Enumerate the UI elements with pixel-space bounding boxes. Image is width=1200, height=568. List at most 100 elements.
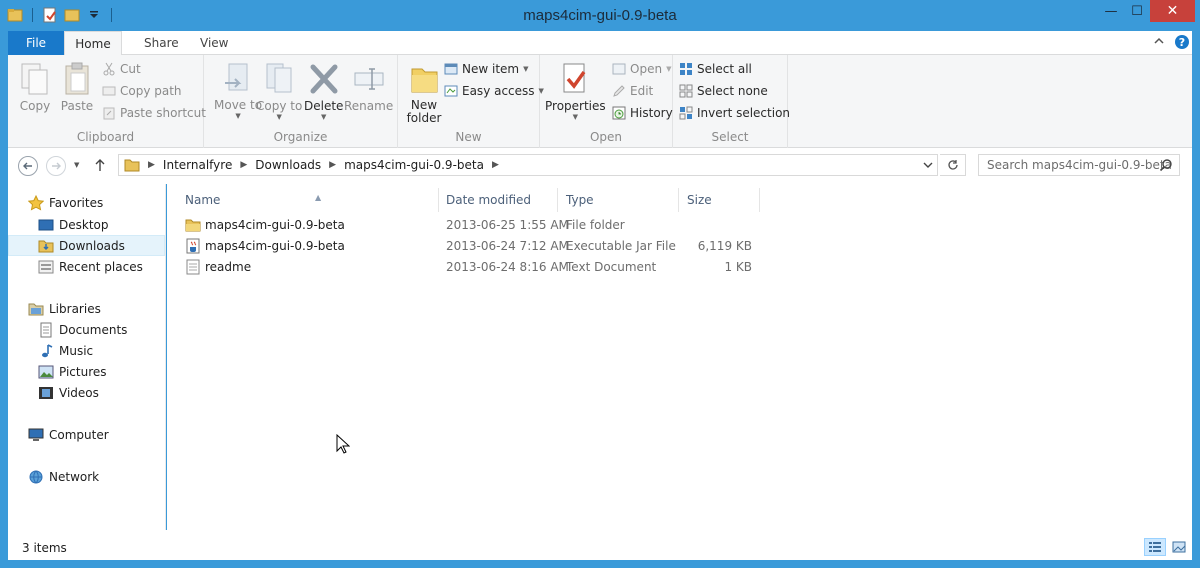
up-arrow-icon[interactable]: [94, 158, 106, 175]
rename-icon: [354, 68, 384, 90]
organize-group: Move to ▼ Copy to ▼ Delete ▼ Rename Orga…: [204, 55, 398, 148]
new-item-button[interactable]: New item ▼: [444, 62, 529, 76]
delete-dropdown-icon: ▼: [321, 113, 327, 121]
copy-to-button[interactable]: Copy to ▼: [256, 61, 302, 121]
window-title: maps4cim-gui-0.9-beta: [523, 7, 677, 24]
column-header-type[interactable]: Type: [558, 188, 679, 212]
libraries-icon: [28, 301, 44, 317]
column-header-name[interactable]: ▲ Name: [177, 188, 439, 212]
address-row: ▼ ▶ Internalfyre ▶ Downloads ▶ maps4cim-…: [8, 148, 1192, 184]
forward-button[interactable]: [46, 156, 66, 176]
breadcrumb-internalfyre[interactable]: Internalfyre: [163, 158, 232, 172]
refresh-button[interactable]: [940, 154, 966, 176]
maximize-button[interactable]: ☐: [1124, 0, 1150, 22]
open-icon: [612, 63, 626, 75]
select-all-icon: [680, 63, 692, 75]
address-dropdown-icon[interactable]: [923, 159, 933, 173]
folder-icon: [185, 217, 201, 233]
cut-button[interactable]: Cut: [102, 62, 141, 76]
select-none-button[interactable]: Select none: [679, 84, 768, 98]
tab-home[interactable]: Home: [64, 31, 122, 56]
open-button[interactable]: Open ▼: [612, 62, 671, 76]
file-row[interactable]: readme 2013-06-24 8:16 AM Text Document …: [177, 257, 757, 278]
copy-icon: [21, 63, 48, 95]
nav-videos[interactable]: Videos: [8, 382, 165, 403]
help-icon[interactable]: ?: [1174, 34, 1190, 53]
text-file-icon: [185, 259, 201, 275]
nav-downloads[interactable]: Downloads: [8, 235, 165, 256]
back-arrow-icon: [23, 162, 32, 170]
nav-pictures[interactable]: Pictures: [8, 361, 165, 382]
new-folder-icon: [411, 68, 438, 93]
breadcrumb-downloads[interactable]: Downloads: [255, 158, 321, 172]
nav-recent-places[interactable]: Recent places: [8, 256, 165, 277]
large-icons-view-button[interactable]: [1168, 538, 1190, 556]
nav-favorites[interactable]: Favorites: [8, 192, 165, 213]
close-button[interactable]: ✕: [1150, 0, 1195, 22]
large-icons-view-icon: [1172, 541, 1186, 553]
properties-dropdown-icon: ▼: [572, 113, 579, 121]
search-box[interactable]: Search maps4cim-gui-0.9-beta: [978, 154, 1180, 176]
column-header-date-modified[interactable]: Date modified: [438, 188, 558, 212]
easy-access-icon: [444, 85, 458, 97]
star-icon: [28, 194, 44, 211]
tab-share[interactable]: Share: [130, 31, 193, 55]
open-dropdown-icon: ▼: [666, 65, 672, 73]
file-row[interactable]: maps4cim-gui-0.9-beta 2013-06-25 1:55 AM…: [177, 215, 757, 236]
nav-libraries[interactable]: Libraries: [8, 298, 165, 319]
search-icon: [1159, 158, 1173, 175]
new-folder-button[interactable]: New folder: [406, 61, 442, 125]
easy-access-button[interactable]: Easy access ▼: [444, 84, 544, 98]
nav-documents[interactable]: Documents: [8, 319, 165, 340]
forward-arrow-icon: [52, 162, 61, 170]
breadcrumb-chevron-icon: ▶: [491, 160, 499, 170]
rename-button[interactable]: Rename: [344, 61, 393, 113]
folder-location-icon: [124, 158, 140, 172]
documents-icon: [38, 322, 54, 338]
nav-desktop[interactable]: Desktop: [8, 214, 165, 235]
paste-icon: [65, 62, 89, 95]
minimize-button[interactable]: —: [1098, 0, 1124, 22]
recent-locations-dropdown-icon[interactable]: ▼: [74, 161, 79, 169]
properties-button[interactable]: Properties ▼: [545, 61, 606, 121]
breadcrumb-current-folder[interactable]: maps4cim-gui-0.9-beta: [344, 158, 484, 172]
copy-to-dropdown-icon: ▼: [276, 113, 282, 121]
select-all-button[interactable]: Select all: [679, 62, 752, 76]
copy-path-button[interactable]: Copy path: [102, 84, 182, 98]
file-row[interactable]: maps4cim-gui-0.9-beta 2013-06-24 7:12 AM…: [177, 236, 757, 257]
paste-shortcut-icon: [103, 107, 115, 120]
select-group-label: Select: [711, 130, 749, 144]
nav-music[interactable]: Music: [8, 340, 165, 361]
select-group: Select all Select none Invert selection …: [673, 55, 790, 148]
tab-file[interactable]: File: [8, 31, 64, 55]
delete-button[interactable]: Delete ▼: [304, 61, 343, 121]
breadcrumb-chevron-icon: ▶: [240, 160, 248, 170]
item-count: 3 items: [22, 541, 67, 555]
tab-view[interactable]: View: [186, 31, 242, 55]
music-note-icon: [38, 343, 54, 359]
paste-button[interactable]: Paste: [60, 61, 94, 113]
details-view-button[interactable]: [1144, 538, 1166, 556]
move-to-button[interactable]: Move to ▼: [214, 61, 262, 120]
nav-network[interactable]: Network: [8, 466, 165, 487]
new-item-dropdown-icon: ▼: [523, 65, 529, 73]
paste-shortcut-button[interactable]: Paste shortcut: [102, 106, 206, 120]
nav-computer[interactable]: Computer: [8, 424, 165, 445]
jar-file-icon: [185, 238, 201, 254]
edit-button[interactable]: Edit: [612, 84, 653, 98]
details-view-icon: [1149, 542, 1161, 552]
computer-icon: [28, 427, 44, 443]
minimize-ribbon-icon[interactable]: [1153, 35, 1165, 50]
edit-pencil-icon: [613, 85, 625, 97]
copy-to-icon: [266, 63, 292, 93]
address-bar[interactable]: ▶ Internalfyre ▶ Downloads ▶ maps4cim-gu…: [118, 154, 938, 176]
copy-button[interactable]: Copy: [18, 61, 52, 113]
invert-selection-icon: [679, 106, 693, 120]
column-header-size[interactable]: Size: [679, 188, 760, 212]
back-button[interactable]: [18, 156, 38, 176]
refresh-icon: [947, 160, 958, 170]
invert-selection-button[interactable]: Invert selection: [679, 106, 790, 120]
recent-places-icon: [38, 259, 54, 275]
history-button[interactable]: History: [612, 106, 673, 120]
pictures-icon: [38, 364, 54, 380]
